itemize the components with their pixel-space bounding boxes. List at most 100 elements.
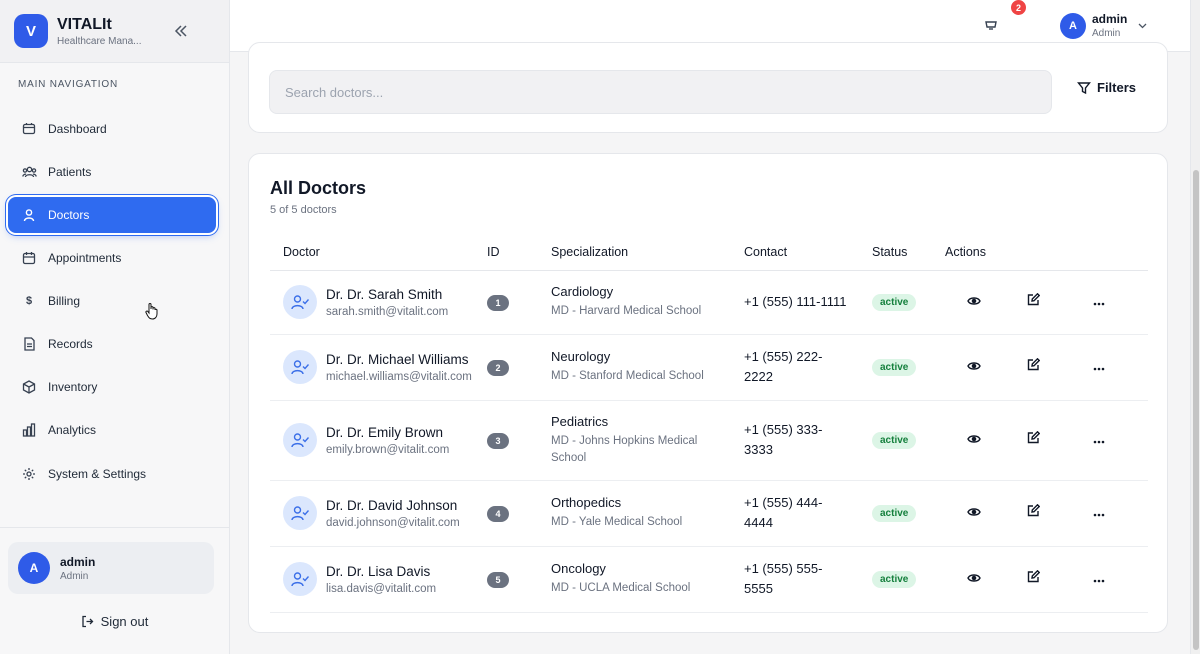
view-eye-icon[interactable] [964,502,984,522]
doctor-email: sarah.smith@vitalit.com [326,305,449,318]
edit-icon[interactable] [1024,355,1044,375]
doctor-email: emily.brown@vitalit.com [326,443,450,456]
doctor-avatar-icon [283,350,317,384]
box-icon [21,379,37,395]
doctor-email: david.johnson@vitalit.com [326,516,460,529]
view-eye-icon[interactable] [964,429,984,449]
sidebar-user-card[interactable]: A admin Admin [8,542,214,594]
sidebar-item-label: System & Settings [48,467,147,481]
brand-subtitle: Healthcare Mana... [57,35,142,47]
sidebar-item-label: Doctors [48,208,90,222]
medical-school: MD - Harvard Medical School [551,305,702,317]
edit-icon[interactable] [1024,428,1044,448]
medical-school: MD - UCLA Medical School [551,582,691,594]
edit-icon[interactable] [1024,290,1044,310]
more-options-icon[interactable] [1089,359,1109,379]
status-badge: active [872,294,917,311]
edit-icon[interactable] [1024,501,1044,521]
notification-badge: 2 [1011,0,1026,15]
user-menu[interactable]: A admin Admin [1060,12,1148,39]
contact-phone: +1 (555) 333-3333 [744,422,823,457]
sidebar-item-label: Records [48,337,93,351]
doctor-name[interactable]: Dr. Dr. Michael Williams [326,352,472,367]
column-header-id[interactable]: ID [487,234,551,271]
dashboard-icon [21,121,37,137]
doctor-name[interactable]: Dr. Dr. Lisa Davis [326,564,436,579]
view-eye-icon[interactable] [964,291,984,311]
main-content: Filters All Doctors 5 of 5 doctors Docto… [230,42,1190,654]
sidebar-item-patients[interactable]: Patients [8,154,216,190]
hand-cursor-icon [145,302,159,325]
medical-school: MD - Stanford Medical School [551,370,704,382]
notification-bell-icon[interactable] [984,17,998,36]
dollar-icon: $ [25,295,33,307]
status-badge: active [872,432,917,449]
gear-icon [21,466,37,482]
contact-phone: +1 (555) 444-4444 [744,495,823,530]
sidebar-item-analytics[interactable]: Analytics [8,412,216,448]
doctor-email: michael.williams@vitalit.com [326,370,472,383]
search-input[interactable] [269,70,1052,114]
scrollbar-thumb[interactable] [1193,170,1199,650]
sidebar-item-appointments[interactable]: Appointments [8,240,216,276]
doctor-name[interactable]: Dr. Dr. Emily Brown [326,425,449,440]
view-eye-icon[interactable] [964,568,984,588]
more-options-icon[interactable] [1089,505,1109,525]
search-card: Filters [248,42,1168,133]
more-options-icon[interactable] [1089,432,1109,452]
doctors-table: Doctor ID Specialization Contact Status … [270,234,1148,613]
contact-phone: +1 (555) 111-1111 [744,294,847,309]
specialization: Orthopedics [551,495,622,510]
id-badge: 1 [487,294,509,311]
sidebar-item-settings[interactable]: System & Settings [8,456,216,492]
filters-label: Filters [1097,80,1137,95]
avatar: A [1060,12,1086,39]
id-badge: 2 [487,359,509,376]
collapse-sidebar-icon[interactable] [169,19,193,43]
sidebar-item-billing[interactable]: $ Billing [8,283,216,319]
table-row[interactable]: Dr. Dr. David Johnson david.johnson@vital… [270,480,1148,547]
sidebar-item-doctors[interactable]: Doctors [8,197,216,233]
edit-icon[interactable] [1024,567,1044,587]
table-row[interactable]: Dr. Dr. Emily Brown emily.brown@vitalit.c… [270,400,1148,481]
sidebar-item-inventory[interactable]: Inventory [8,369,216,405]
contact-phone: +1 (555) 555-5555 [744,561,823,596]
vertical-scrollbar[interactable] [1190,0,1200,654]
sidebar: V VITALIt Healthcare Mana... MAIN NAVIGA… [0,0,230,654]
sign-out-button[interactable]: Sign out [0,614,229,629]
brand-header: V VITALIt Healthcare Mana... [0,0,229,63]
doctor-name[interactable]: Dr. Dr. David Johnson [326,498,460,513]
sidebar-item-label: Analytics [48,423,97,437]
table-row[interactable]: Dr. Dr. Michael Williams michael.williams… [270,334,1148,401]
sidebar-item-records[interactable]: Records [8,326,216,362]
user-name: admin [1092,12,1128,26]
calendar-icon [21,250,37,266]
user-name: admin [60,554,96,569]
doctor-avatar-icon [283,562,317,596]
doctor-email: lisa.davis@vitalit.com [326,582,437,595]
filters-button[interactable]: Filters [1077,80,1136,95]
avatar: A [18,552,50,584]
doctors-table-card: All Doctors 5 of 5 doctors Doctor ID Spe… [248,153,1168,633]
column-header-doctor[interactable]: Doctor [270,234,487,271]
sidebar-item-label: Billing [48,294,81,308]
doctor-avatar-icon [283,285,317,319]
table-row[interactable]: Dr. Dr. Sarah Smith sarah.smith@vitalit.c… [270,270,1148,335]
table-row[interactable]: Dr. Dr. Lisa Davis lisa.davis@vitalit.com… [270,546,1148,613]
brand-logo: V [14,14,48,48]
column-header-status[interactable]: Status [872,234,945,271]
status-badge: active [872,505,917,522]
nav-heading: MAIN NAVIGATION [18,79,118,90]
more-options-icon[interactable] [1089,571,1109,591]
column-header-specialization[interactable]: Specialization [551,234,744,271]
doctor-name[interactable]: Dr. Dr. Sarah Smith [326,287,448,302]
specialization: Pediatrics [551,413,609,429]
user-role: Admin [1092,28,1121,39]
page-title: All Doctors [270,178,367,198]
column-header-contact[interactable]: Contact [744,234,872,271]
sidebar-item-dashboard[interactable]: Dashboard [8,111,216,147]
doctor-avatar-icon [283,496,317,530]
more-options-icon[interactable] [1089,294,1109,314]
view-eye-icon[interactable] [964,356,984,376]
doctor-count: 5 of 5 doctors [270,204,337,216]
